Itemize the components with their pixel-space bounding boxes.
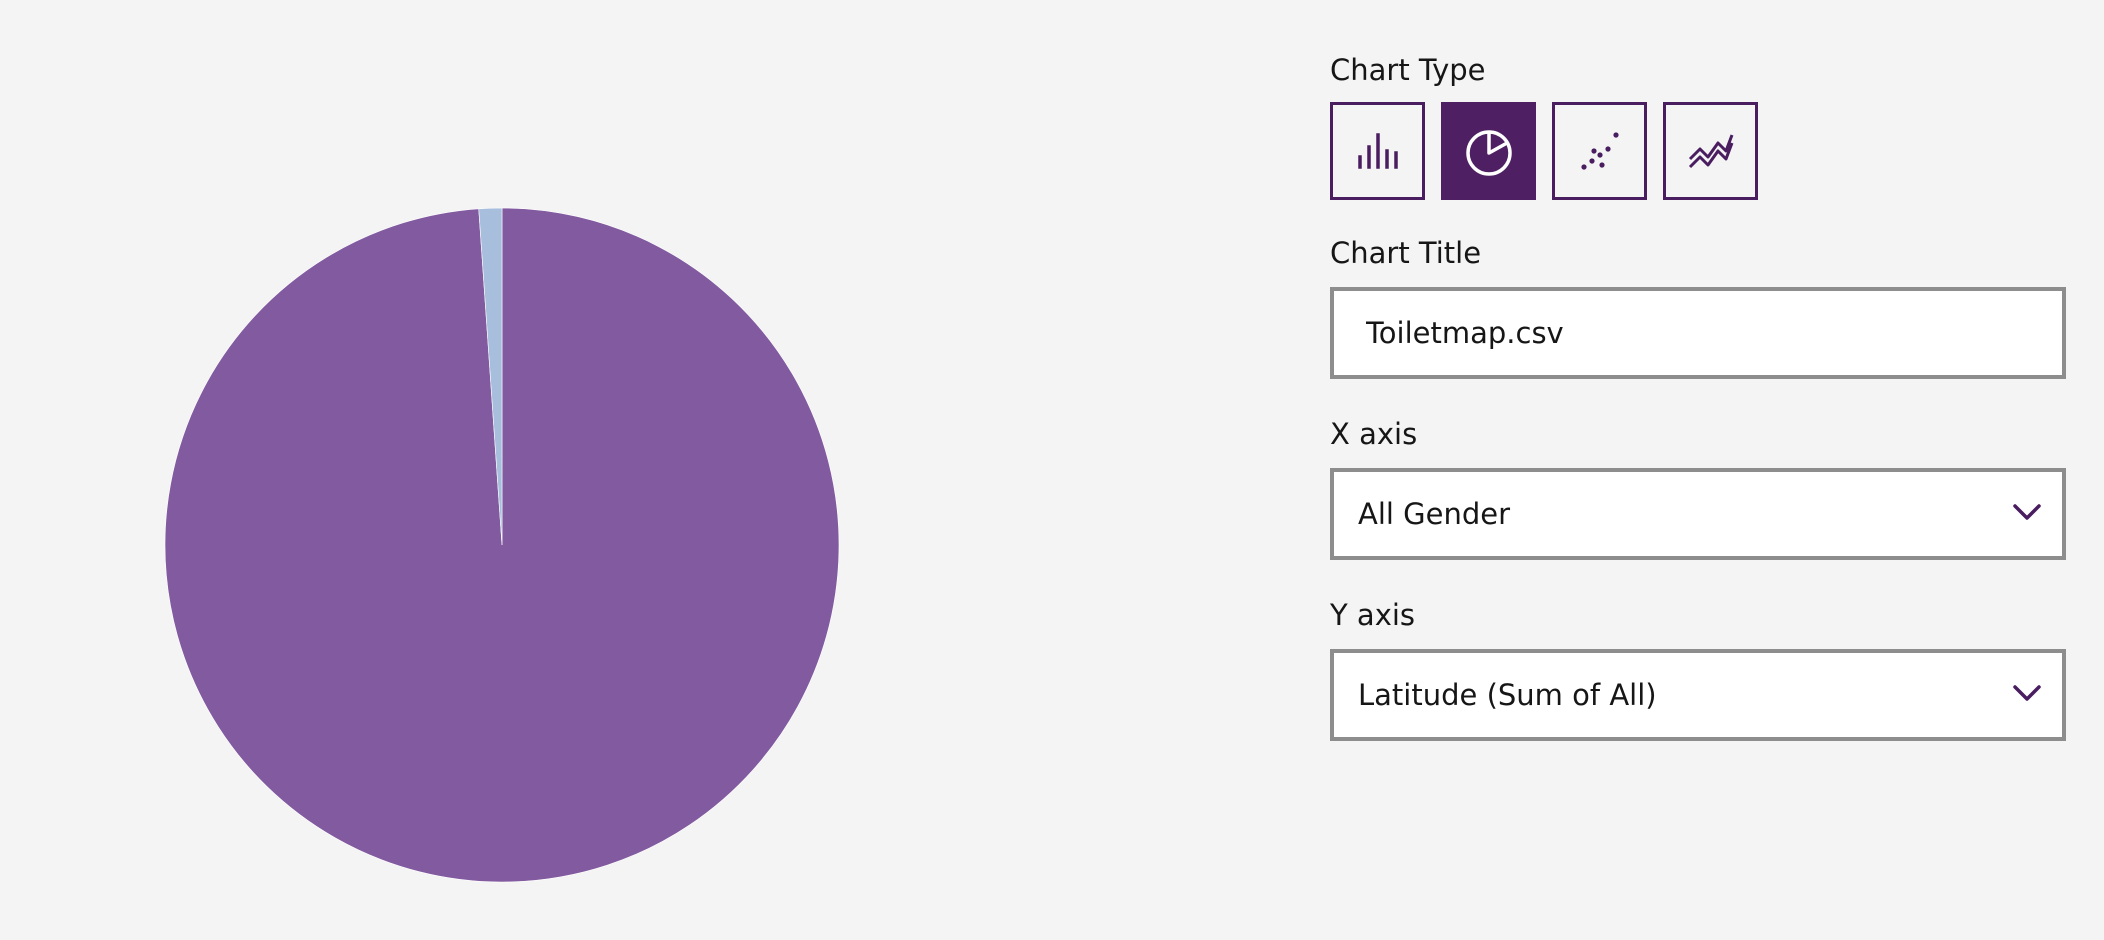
x-axis-label: X axis (1330, 417, 1418, 451)
pie-chart (164, 207, 840, 883)
pie-chart-button[interactable] (1441, 102, 1536, 200)
bar-chart-button[interactable] (1330, 102, 1425, 200)
scatter-chart-button[interactable] (1552, 102, 1647, 200)
chart-title-label: Chart Title (1330, 236, 1482, 270)
chevron-down-icon (2013, 504, 2041, 520)
chart-settings-panel: Chart Type Chart Title Toiletmap.csv X a… (1330, 50, 2066, 741)
chart-type-label: Chart Type (1330, 53, 1486, 87)
x-axis-value: All Gender (1358, 497, 1511, 531)
chart-type-selector (1330, 102, 2066, 200)
y-axis-label: Y axis (1330, 598, 1416, 632)
chart-title-input[interactable] (1330, 287, 2066, 379)
line-chart-button[interactable] (1663, 102, 1758, 200)
chevron-down-icon (2013, 685, 2041, 701)
line-chart-icon (1688, 134, 1733, 169)
x-axis-select[interactable]: All Gender (1330, 468, 2066, 560)
y-axis-select[interactable]: Latitude (Sum of All) (1330, 649, 2066, 741)
bar-chart-icon (1357, 133, 1398, 169)
y-axis-value: Latitude (Sum of All) (1358, 678, 1657, 712)
pie-chart-icon (1465, 130, 1512, 176)
chart-builder: Chart Type Chart Title Toiletmap.csv X a… (0, 0, 2104, 940)
scatter-chart-icon (1580, 132, 1619, 170)
chart-canvas (0, 0, 1000, 940)
